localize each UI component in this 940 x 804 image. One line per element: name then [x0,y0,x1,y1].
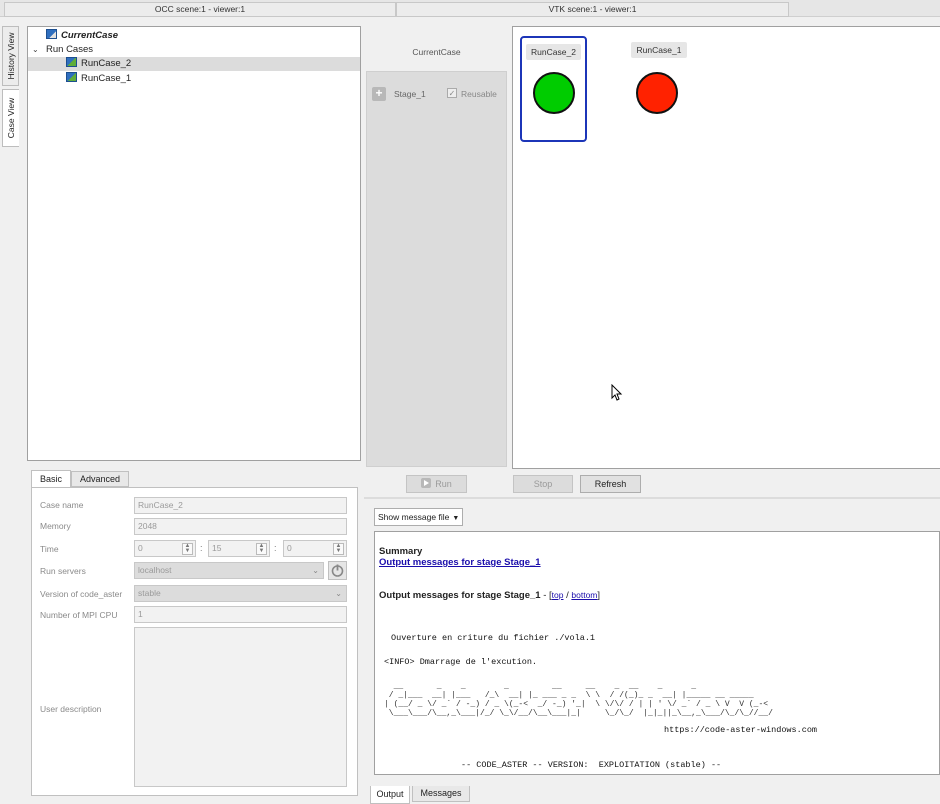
spin-arrows-icon[interactable]: ▲ ▼ [256,543,267,555]
tree-item-label: CurrentCase [61,30,119,41]
log-url: https://code-aster-windows.com [664,725,818,735]
runcase-card-label: RunCase_2 [526,44,581,60]
tab-history-view[interactable]: History View [2,26,19,86]
spin-arrows-icon[interactable]: ▲ ▼ [182,543,193,555]
version-log-line: -- CODE_ASTER -- VERSION: EXPLOITATION (… [461,760,722,770]
mouse-cursor-icon [611,383,625,402]
stage-output-heading-row: Output messages for stage Stage_1 - [top… [379,590,600,601]
tab-case-view-label: Case View [6,97,16,139]
tab-messages[interactable]: Messages [412,786,470,802]
ascii-banner-line: / _|___ __| |___ /_\ __| |_ ___ _ _ \ \ … [384,691,759,700]
tree-item-label: RunCase_1 [81,73,132,84]
caret-down-icon: ▼ [452,515,460,522]
case-icon [46,29,57,39]
stage-panel-header: CurrentCase [366,26,507,70]
ascii-banner-line: \___\___/\__,_\___|/_/ \_\/__/\__\___|_|… [384,709,773,718]
status-circle [533,72,575,114]
run-button[interactable]: Run [406,475,467,493]
show-message-file-button[interactable]: Show message file ▼ [374,508,463,526]
tab-occ-scene[interactable]: OCC scene:1 - viewer:1 [4,2,396,17]
tab-advanced[interactable]: Advanced [71,471,129,487]
mpi-label: Number of MPI CPU [40,610,118,620]
run-case-icon [66,72,77,82]
stage-list[interactable]: + Stage_1 ✓ Reusable [366,71,507,467]
run-button-label: Run [435,479,452,489]
time-seconds-field[interactable]: 0 ▲ ▼ [283,540,347,557]
chevron-down-icon: ⌄ [312,566,319,575]
stage-output-link-wrap: Output messages for stage Stage_1 [379,557,541,568]
output-text-area[interactable]: Summary Output messages for stage Stage_… [374,531,940,775]
run-servers-select[interactable]: localhost ⌄ [134,562,324,579]
tab-vtk-scene[interactable]: VTK scene:1 - viewer:1 [396,2,789,17]
reusable-label: Reusable [461,89,497,99]
version-label: Version of code_aster [40,589,123,599]
play-icon [421,478,432,488]
chevron-down-icon: ⌄ [335,589,342,598]
ascii-banner-line: | (__/ _ \/ _` / -_) / _ \(_-< _/ -_) '_… [384,700,769,709]
time-minutes-value: 15 [212,543,222,553]
bracket-close: ] [597,590,601,601]
time-hours-value: 0 [138,543,143,553]
time-hours-field[interactable]: 0 ▲ ▼ [134,540,196,557]
ascii-banner-line: __ _ _ _ __ __ _ __ _ _ [384,682,740,691]
version-select[interactable]: stable ⌄ [134,585,347,602]
tree-item-runcase-2[interactable]: RunCase_2 [28,57,360,71]
heading-sep: - [ [540,590,552,601]
time-separator: : [200,543,203,553]
time-separator: : [274,543,277,553]
run-servers-value: localhost [138,565,172,575]
log-line: Ouverture en criture du fichier ./vola.1 [391,633,596,643]
splitter[interactable] [364,497,940,499]
tab-basic[interactable]: Basic [31,470,71,488]
run-case-icon [66,57,77,67]
case-name-label: Case name [40,500,84,510]
log-line: <INFO> Dmarrage de l'excution. [384,657,538,667]
chevron-down-icon[interactable]: ⌄ [32,43,42,57]
stage-output-link[interactable]: Output messages for stage Stage_1 [379,557,541,568]
show-message-file-label: Show message file [378,512,450,522]
runcase-card-label: RunCase_1 [631,42,687,58]
refresh-button[interactable]: Refresh [580,475,641,493]
time-label: Time [40,544,59,554]
reusable-checkbox[interactable]: ✓ [447,88,457,98]
tree-item-runcase-1[interactable]: RunCase_1 [66,72,131,86]
status-circle [636,72,678,114]
stage-output-heading: Output messages for stage Stage_1 [379,590,541,601]
tab-history-view-label: History View [5,32,16,80]
version-value: stable [138,588,161,598]
description-textarea[interactable] [134,627,347,787]
bottom-link[interactable]: bottom [571,590,597,600]
refresh-servers-button[interactable] [328,561,347,580]
params-panel: Case name RunCase_2 Memory 2048 Time 0 ▲ ▼… [31,487,358,796]
time-seconds-value: 0 [287,543,292,553]
time-minutes-field[interactable]: 15 ▲ ▼ [208,540,270,557]
mpi-field[interactable]: 1 [134,606,347,623]
tree-item-label: RunCase_2 [81,58,132,69]
run-cases-view[interactable]: RunCase_2 RunCase_1 [512,26,940,469]
stop-button[interactable]: Stop [513,475,573,493]
top-link[interactable]: top [552,590,564,600]
stage-label[interactable]: Stage_1 [394,89,426,99]
memory-label: Memory [40,521,71,531]
runcase-card-selected[interactable]: RunCase_2 [520,36,587,142]
tree-item-label: Run Cases [46,44,93,55]
run-servers-label: Run servers [40,566,86,576]
tab-output[interactable]: Output [370,786,410,804]
tree-item-run-cases[interactable]: ⌄ Run Cases [32,43,93,57]
memory-field[interactable]: 2048 [134,518,347,535]
summary-heading: Summary [379,546,423,557]
tab-case-view[interactable]: Case View [2,89,19,147]
add-icon[interactable]: + [372,87,386,101]
description-label: User description [40,704,102,714]
power-icon [331,564,344,577]
tree-item-current-case[interactable]: CurrentCase [46,29,118,43]
case-name-field[interactable]: RunCase_2 [134,497,347,514]
runcase-card[interactable]: RunCase_1 [629,38,689,142]
spin-arrows-icon[interactable]: ▲ ▼ [333,543,344,555]
case-tree[interactable]: CurrentCase ⌄ Run Cases RunCase_2 RunCase… [27,26,361,461]
